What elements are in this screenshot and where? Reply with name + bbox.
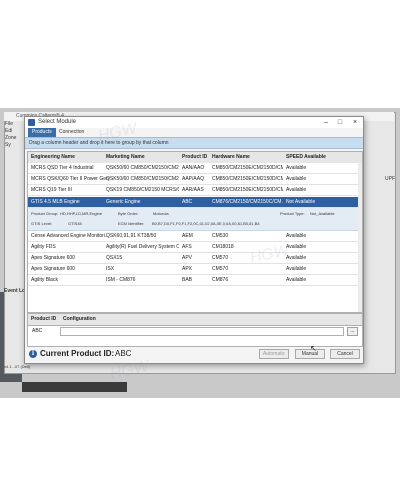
cell-engineering-name: Agility FDS — [31, 244, 56, 250]
cell-engineering-name: Apex Signature 600 — [31, 255, 75, 261]
column-hardware-name[interactable]: Hardware Name — [209, 152, 283, 163]
table-row[interactable]: Agility Black ISM - CM876 BAB CM876 Avai… — [28, 275, 362, 286]
mouse-cursor-icon: ↖ — [310, 344, 317, 353]
info-icon: i — [29, 350, 37, 358]
cell-product-id: AAR/AAS — [182, 187, 204, 193]
cell-speed-available: Available — [286, 165, 307, 171]
product-group-label: Product Group: — [31, 211, 59, 216]
cell-speed-available: Available — [286, 176, 307, 182]
table-row[interactable]: MCRS QSD Tier 4 Industrial QSK50/60 CM85… — [28, 163, 362, 174]
configuration-header: Product ID Configuration — [28, 314, 362, 326]
gtis-level-value: GTIS45 — [68, 221, 82, 226]
dialog-title: Select Module — [38, 119, 77, 125]
cell-marketing-name: Generic Engine — [106, 199, 141, 205]
column-marketing-name[interactable]: Marketing Name — [103, 152, 179, 163]
product-group-value: HD,HHP,LD,MR,Engine — [60, 211, 102, 216]
cell-engineering-name: MCRS QSK/Q60 Tier II Power Gen — [31, 176, 109, 182]
cell-marketing-name: ISM - CM876 — [106, 277, 136, 283]
cell-engineering-name: GTIS 4.5 MLB Engine — [31, 199, 80, 205]
cell-hardware-name: CM570 — [212, 266, 229, 272]
cell-product-id: AAP/AAQ — [182, 176, 204, 182]
automatic-button[interactable]: Automatic — [259, 349, 289, 359]
tab-bar: Products Connection — [25, 128, 363, 138]
grid-scrollbar[interactable] — [358, 163, 362, 312]
cell-speed-available: Available — [286, 266, 307, 272]
cell-product-id: APV — [182, 255, 193, 261]
tab-products[interactable]: Products — [28, 128, 56, 137]
cell-marketing-name: QSX15 — [106, 255, 123, 261]
byte-order-label: Byte Order: — [118, 211, 139, 216]
cell-marketing-name: QSK19 CM850/CM2150 MCRS/Q... — [106, 187, 179, 193]
cell-hardware-name: CM850/CM2150E/CM2150D/CM... — [212, 187, 283, 193]
cell-engineering-name: Agility Black — [31, 277, 58, 283]
cell-product-id: ABC — [182, 199, 193, 205]
table-row[interactable]: MCRS Q19 Tier III QSK19 CM850/CM2150 MCR… — [28, 185, 362, 196]
table-row[interactable]: MCRS QSK/Q60 Tier II Power Gen QSK50/60 … — [28, 174, 362, 185]
cell-marketing-name: QSK60,91,91 KT38/50 — [106, 233, 157, 239]
cell-marketing-name: QSK50/60 CM850/CM2150/CM2... — [106, 165, 179, 171]
cell-product-id: BAB — [182, 277, 193, 283]
cell-marketing-name: Agility(R) Fuel Delivery System CR... — [106, 244, 179, 250]
products-grid: Engineering Name Marketing Name Product … — [27, 151, 363, 313]
event-log-label: Event Lo — [4, 288, 26, 294]
cell-speed-available: Available — [286, 244, 307, 250]
product-type-value: Not_Available — [310, 211, 335, 216]
cell-speed-available: Not Available — [286, 199, 316, 205]
status-text: v4.1...07 (Dell) — [4, 364, 31, 369]
config-product-id: ABC — [32, 328, 43, 334]
cell-hardware-name: CM850/CM2150E/CM2150D/CM... — [212, 176, 283, 182]
cell-speed-available: Available — [286, 277, 307, 283]
row-detail-panel: Product Group: HD,HHP,LD,MR,Engine Byte … — [28, 208, 362, 231]
cancel-button[interactable]: Cancel — [330, 349, 360, 359]
configuration-panel: Product ID Configuration ABC ... — [27, 313, 363, 347]
group-by-panel[interactable]: Drag a column header and drop it here to… — [25, 138, 363, 149]
table-row-selected[interactable]: GTIS 4.5 MLB Engine Generic Engine ABC C… — [28, 197, 362, 208]
cell-product-id: AAN/AAO — [182, 165, 205, 171]
cell-speed-available: Available — [286, 233, 307, 239]
close-icon[interactable]: × — [350, 118, 360, 127]
gtis-level-label: GTIS Level: — [31, 221, 53, 226]
column-product-id[interactable]: Product ID — [179, 152, 209, 163]
cell-product-id: AEM — [182, 233, 193, 239]
cell-speed-available: Available — [286, 255, 307, 261]
current-product-id-label: Current Product ID: — [40, 349, 115, 358]
ecm-identifier-value: B0,B7,D0,F1,F0,F1,F2,0C,01,02,0A,0E,0,0A… — [152, 221, 260, 226]
product-type-label: Product Type: — [280, 211, 305, 216]
minimize-icon[interactable]: – — [321, 118, 331, 127]
cell-engineering-name: Cense Advanced Engine Monitori... — [31, 233, 110, 239]
cell-product-id: AFS — [182, 244, 192, 250]
column-engineering-name[interactable]: Engineering Name — [28, 152, 112, 163]
configuration-field[interactable] — [60, 327, 344, 336]
maximize-icon[interactable]: □ — [335, 118, 345, 127]
table-row[interactable]: Agility FDS Agility(R) Fuel Delivery Sys… — [28, 242, 362, 253]
cell-hardware-name: CM876 — [212, 277, 229, 283]
byte-order-value: Motorola — [153, 211, 169, 216]
table-row[interactable]: Apex Signature 600 QSX15 APV CM570 Avail… — [28, 253, 362, 264]
tab-connection[interactable]: Connection — [55, 128, 88, 137]
cell-product-id: APX — [182, 266, 193, 272]
cell-hardware-name: CM530 — [212, 233, 229, 239]
select-module-dialog: Select Module – □ × Products Connection … — [24, 116, 364, 364]
column-configuration: Configuration — [63, 316, 96, 322]
cell-engineering-name: MCRS QSD Tier 4 Industrial — [31, 165, 94, 171]
table-row[interactable]: Cense Advanced Engine Monitori... QSK60,… — [28, 231, 362, 242]
ecm-identifier-label: ECM Identifier: — [118, 221, 145, 226]
column-config-product-id: Product ID — [31, 316, 57, 322]
background-right-text: UPF — [385, 176, 395, 182]
cell-marketing-name: ISX — [106, 266, 115, 272]
browse-button[interactable]: ... — [347, 327, 358, 336]
cell-speed-available: Available — [286, 187, 307, 193]
cell-engineering-name: MCRS Q19 Tier III — [31, 187, 72, 193]
cell-hardware-name: CM850/CM2150E/CM2150D/CM... — [212, 165, 283, 171]
cell-marketing-name: QSK50/60 CM850/CM2150/CM2... — [106, 176, 179, 182]
table-row[interactable]: Apex Signature 600 ISX APX CM570 Availab… — [28, 264, 362, 275]
dialog-title-bar: Select Module – □ × — [25, 117, 363, 128]
cell-hardware-name: CM876/CM2150/CM2150C/CM... — [212, 199, 283, 205]
column-speed-available[interactable]: SPEED Available — [283, 152, 362, 163]
cell-engineering-name: Apex Signature 600 — [31, 266, 75, 272]
app-icon — [28, 119, 35, 126]
current-product-id-value: ABC — [115, 349, 132, 358]
